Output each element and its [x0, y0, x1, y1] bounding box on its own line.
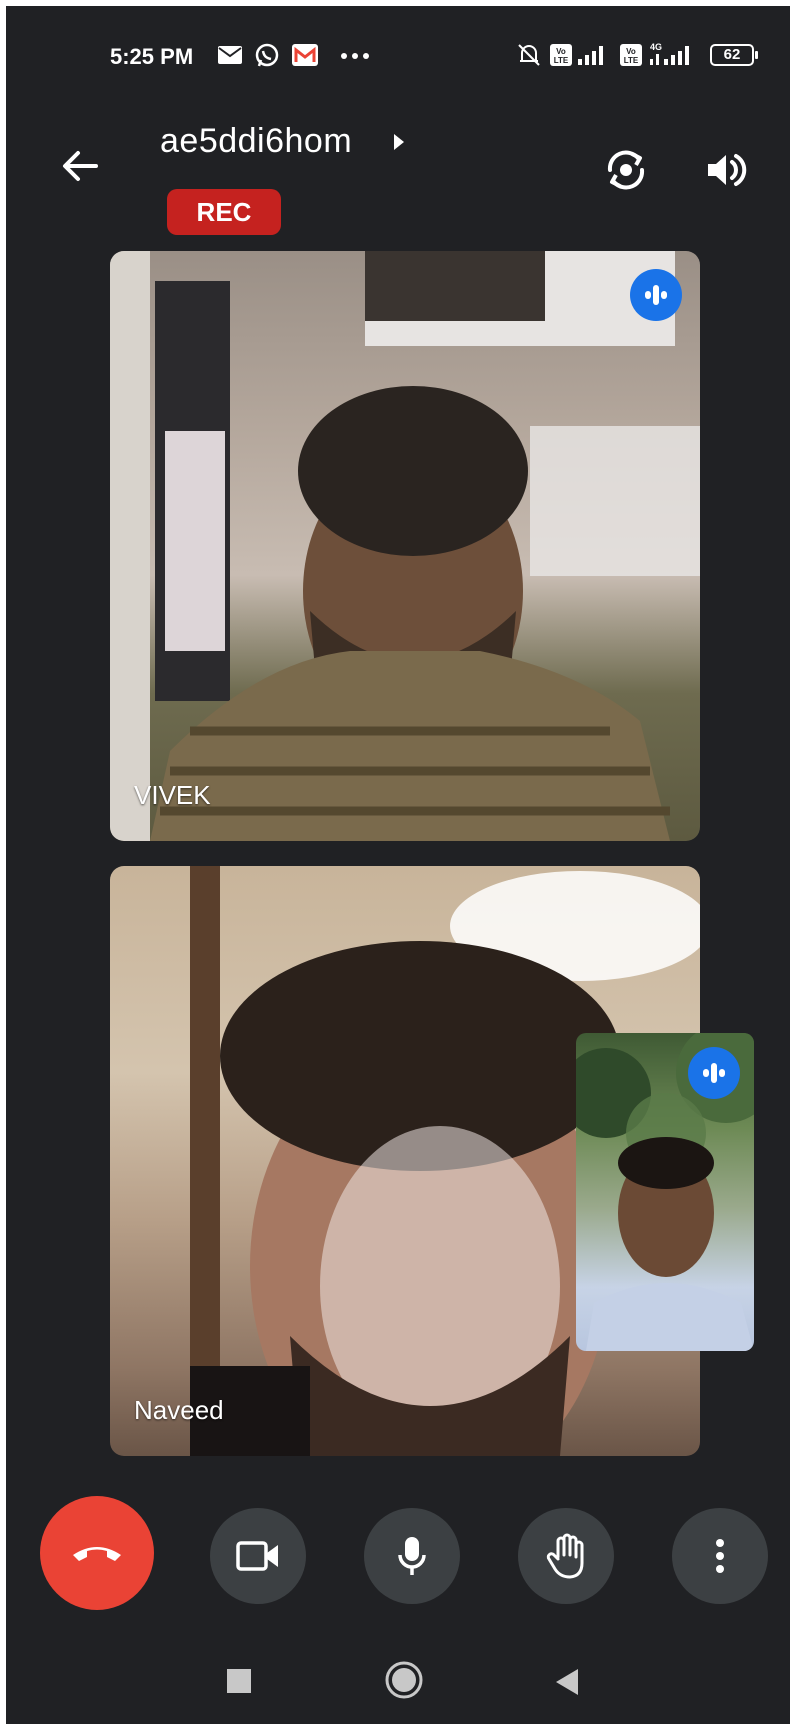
participant-tile-vivek[interactable]: VIVEK: [110, 251, 700, 841]
more-dots-icon: [341, 53, 369, 59]
hang-up-icon: [73, 1547, 121, 1561]
svg-text:4G: 4G: [650, 42, 662, 52]
microphone-toggle-button[interactable]: [364, 1508, 460, 1604]
end-call-button[interactable]: [40, 1496, 154, 1610]
video-camera-icon: [236, 1541, 278, 1571]
svg-text:Vo: Vo: [556, 47, 566, 56]
svg-text:LTE: LTE: [554, 56, 569, 65]
participant-video: [110, 251, 700, 841]
back-arrow-icon[interactable]: [56, 142, 104, 190]
participant-name: VIVEK: [134, 780, 211, 810]
mute-bell-icon: [518, 44, 540, 66]
more-vert-icon: [716, 1539, 724, 1573]
participant-name: Naveed: [134, 1395, 224, 1425]
volte-signal-icon: Vo LTE: [550, 44, 603, 66]
status-time: 5:25 PM: [110, 44, 194, 69]
svg-text:Vo: Vo: [626, 47, 636, 56]
camera-toggle-button[interactable]: [210, 1508, 306, 1604]
rec-badge: REC: [167, 189, 281, 235]
home-circle-icon[interactable]: [384, 1660, 424, 1700]
recents-square-icon[interactable]: [226, 1668, 252, 1694]
self-view-tile[interactable]: [576, 1033, 754, 1351]
speaking-indicator-icon: [630, 269, 682, 321]
expand-right-icon[interactable]: [390, 130, 410, 154]
gmail-icon: [292, 44, 318, 66]
more-options-button[interactable]: [672, 1508, 768, 1604]
switch-camera-icon[interactable]: [602, 146, 650, 194]
4g-signal-icon: Vo LTE 4G: [620, 42, 689, 66]
meeting-code[interactable]: ae5ddi6hom: [160, 122, 352, 161]
battery-indicator: 62: [710, 44, 758, 66]
back-triangle-icon[interactable]: [554, 1668, 580, 1696]
mail-icon: [218, 46, 242, 64]
speaking-indicator-icon: [688, 1047, 740, 1099]
speaker-icon[interactable]: [702, 146, 750, 194]
raise-hand-button[interactable]: [518, 1508, 614, 1604]
whatsapp-icon: [255, 43, 279, 67]
meet-call-screen: 5:25 PM Vo LTE Vo LTE 4G 62 ae5ddi6hom R…: [6, 6, 790, 1724]
microphone-icon: [398, 1537, 426, 1575]
svg-text:LTE: LTE: [624, 56, 639, 65]
raise-hand-icon: [546, 1533, 584, 1579]
status-bar: 5:25 PM Vo LTE Vo LTE 4G 62: [6, 6, 790, 96]
